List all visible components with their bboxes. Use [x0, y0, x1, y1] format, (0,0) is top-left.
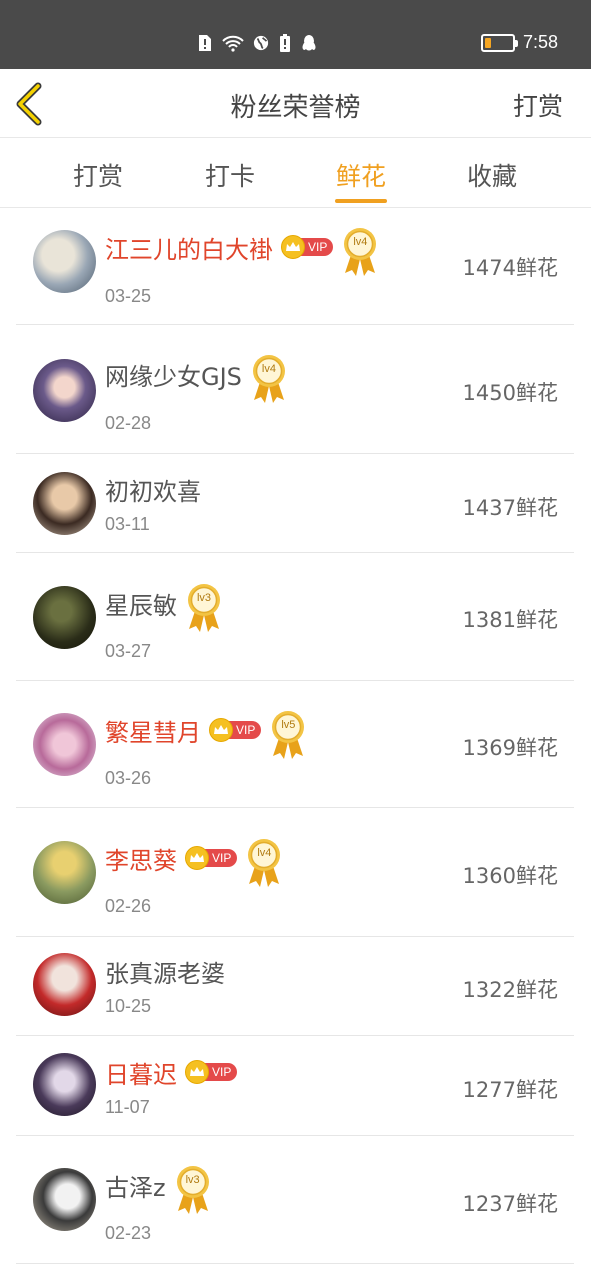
level-medal-icon: lv4	[341, 227, 379, 277]
flower-count: 1360鲜花	[462, 864, 558, 888]
vip-badge: VIP	[185, 846, 238, 870]
fan-date: 03-26	[105, 768, 152, 788]
fan-date: 03-25	[105, 286, 152, 306]
fan-name: 初初欢喜	[105, 477, 201, 506]
reward-button[interactable]: 打赏	[513, 87, 563, 123]
status-bar: 7:58	[0, 0, 591, 69]
level-label: lv5	[281, 719, 296, 731]
vip-badge: VIP	[185, 1060, 238, 1084]
avatar[interactable]	[33, 1168, 96, 1231]
fan-name: 繁星彗月	[105, 718, 201, 747]
avatar[interactable]	[33, 713, 96, 776]
name-line: 古泽z lv3	[105, 1166, 212, 1214]
name-line: 李思葵 VIP lv4	[105, 839, 283, 887]
avatar[interactable]	[33, 586, 96, 649]
level-medal-icon: lv3	[174, 1165, 212, 1215]
flower-count: 1277鲜花	[462, 1078, 558, 1102]
flower-count: 1237鲜花	[462, 1192, 558, 1216]
status-time: 7:58	[522, 32, 558, 52]
avatar[interactable]	[33, 841, 96, 904]
name-line: 江三儿的白大褂 VIP lv4	[105, 228, 379, 276]
level-label: lv4	[257, 847, 272, 859]
name-line: 星辰敏 lv3	[105, 584, 223, 632]
fan-row[interactable]: 繁星彗月 VIP lv5 03-26 1369鲜花	[16, 681, 574, 808]
fan-date: 02-26	[105, 896, 152, 916]
flower-count: 1322鲜花	[462, 978, 558, 1002]
fan-name: 张真源老婆	[105, 959, 225, 988]
fan-name: 日暮迟	[105, 1060, 177, 1089]
flower-count: 1437鲜花	[462, 496, 558, 520]
fan-date: 10-25	[105, 996, 152, 1016]
crown-icon	[185, 846, 209, 870]
level-medal-icon: lv4	[250, 354, 288, 404]
fan-date: 02-28	[105, 413, 152, 433]
fan-name: 星辰敏	[105, 591, 177, 620]
flower-count: 1369鲜花	[462, 736, 558, 760]
fan-row[interactable]: 江三儿的白大褂 VIP lv4 03-25 1474鲜花	[16, 208, 574, 325]
fan-row[interactable]: 网缘少女GJS lv4 02-28 1450鲜花	[16, 325, 574, 454]
avatar[interactable]	[33, 472, 96, 535]
level-medal-icon: lv3	[185, 583, 223, 633]
fan-name: 李思葵	[105, 846, 177, 875]
fan-name: 江三儿的白大褂	[105, 235, 273, 264]
name-line: 繁星彗月 VIP lv5	[105, 711, 307, 759]
level-medal-icon: lv4	[245, 838, 283, 888]
fan-date: 03-11	[105, 514, 150, 534]
name-line: 张真源老婆	[105, 954, 225, 988]
avatar[interactable]	[33, 1053, 96, 1116]
fan-row[interactable]: 初初欢喜 03-11 1437鲜花	[16, 454, 574, 553]
status-right: 7:58	[480, 32, 558, 53]
name-line: 网缘少女GJS lv4	[105, 355, 288, 403]
vip-badge: VIP	[281, 235, 334, 259]
fan-date: 03-27	[105, 641, 152, 661]
status-icons	[197, 32, 317, 54]
avatar[interactable]	[33, 359, 96, 422]
fan-date: 11-07	[105, 1097, 150, 1117]
tab-checkin[interactable]: 打卡	[185, 157, 275, 193]
level-label: lv4	[353, 236, 368, 248]
nav-bar: 粉丝荣誉榜 打赏	[0, 69, 591, 138]
tab-reward[interactable]: 打赏	[53, 157, 143, 193]
fan-row[interactable]: 日暮迟 VIP 11-07 1277鲜花	[16, 1036, 574, 1136]
page-title: 粉丝荣誉榜	[230, 93, 361, 123]
avatar[interactable]	[33, 953, 96, 1016]
avatar[interactable]	[33, 230, 96, 293]
globe-icon	[253, 34, 269, 52]
tab-active-indicator	[335, 199, 387, 203]
level-label: lv3	[196, 592, 212, 604]
level-label: lv4	[261, 363, 276, 375]
wifi-icon	[221, 34, 245, 52]
sim-alert-icon	[197, 34, 213, 52]
name-line: 初初欢喜	[105, 472, 201, 506]
fan-row[interactable]: 星辰敏 lv3 03-27 1381鲜花	[16, 553, 574, 681]
vip-badge: VIP	[209, 718, 262, 742]
tab-bar: 打赏 打卡 鲜花 收藏	[0, 139, 591, 208]
tab-favorites[interactable]: 收藏	[447, 157, 537, 193]
fan-name: 古泽z	[105, 1173, 166, 1202]
name-line: 日暮迟 VIP	[105, 1055, 238, 1089]
crown-icon	[209, 718, 233, 742]
flower-count: 1450鲜花	[462, 381, 558, 405]
tab-flowers[interactable]: 鲜花	[316, 157, 406, 193]
fan-row[interactable]: 张真源老婆 10-25 1322鲜花	[16, 937, 574, 1036]
fan-name: 网缘少女GJS	[105, 362, 242, 391]
fan-row[interactable]: 李思葵 VIP lv4 02-26 1360鲜花	[16, 808, 574, 937]
battery-icon	[480, 33, 518, 52]
flower-count: 1474鲜花	[462, 256, 558, 280]
qq-icon	[301, 34, 317, 52]
crown-icon	[185, 1060, 209, 1084]
level-label: lv3	[185, 1174, 200, 1186]
battery-alert-icon	[277, 34, 293, 52]
crown-icon	[281, 235, 305, 259]
level-medal-icon: lv5	[269, 710, 307, 760]
fan-date: 02-23	[105, 1223, 152, 1243]
flower-count: 1381鲜花	[462, 608, 558, 632]
fan-row[interactable]: 古泽z lv3 02-23 1237鲜花	[16, 1136, 574, 1264]
